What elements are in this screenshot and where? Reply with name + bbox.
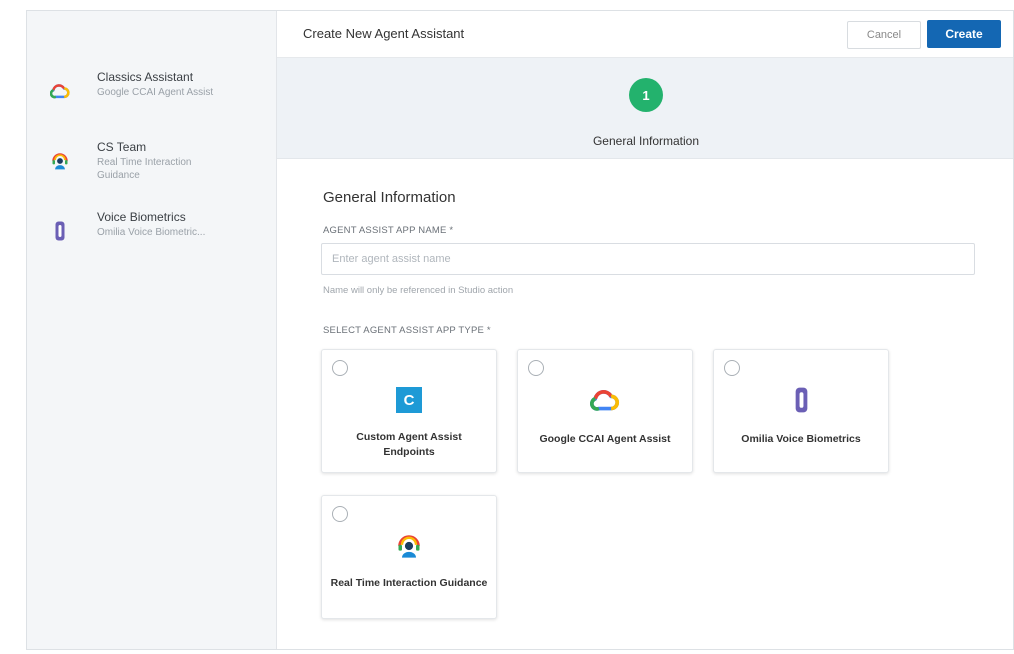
app-type-label: Custom Agent Assist Endpoints	[356, 431, 462, 458]
sidebar-item-subtitle: Omilia Voice Biometric...	[97, 227, 206, 238]
app-frame: Classics Assistant Google CCAI Agent Ass…	[26, 10, 1014, 650]
sidebar: Classics Assistant Google CCAI Agent Ass…	[27, 11, 277, 649]
sidebar-item-classics-assistant[interactable]: Classics Assistant Google CCAI Agent Ass…	[27, 66, 276, 136]
app-type-card-real-time[interactable]: Real Time Interaction Guidance	[321, 495, 497, 619]
type-field-label: SELECT AGENT ASSIST APP TYPE *	[323, 325, 491, 336]
app-type-radio[interactable]	[332, 360, 348, 376]
sidebar-item-title: CS Team	[97, 140, 147, 154]
google-cloud-icon	[518, 386, 692, 414]
app-type-card-google[interactable]: Google CCAI Agent Assist	[517, 349, 693, 473]
name-help-text: Name will only be referenced in Studio a…	[323, 285, 514, 296]
name-field-label: AGENT ASSIST APP NAME *	[323, 225, 454, 236]
step-label: General Information	[592, 134, 700, 148]
google-cloud-icon	[49, 80, 71, 102]
sidebar-item-title: Voice Biometrics	[97, 210, 186, 224]
headset-agent-icon	[49, 150, 71, 172]
create-button[interactable]: Create	[927, 20, 1001, 48]
page-title: Create New Agent Assistant	[303, 26, 465, 41]
agent-assist-name-input[interactable]	[321, 243, 975, 275]
step-number-badge: 1	[629, 78, 663, 112]
app-type-radio[interactable]	[724, 360, 740, 376]
sidebar-item-title: Classics Assistant	[97, 70, 194, 84]
app-type-radio[interactable]	[332, 506, 348, 522]
cancel-button[interactable]: Cancel	[847, 21, 921, 49]
sidebar-item-voice-biometrics[interactable]: Voice Biometrics Omilia Voice Biometric.…	[27, 206, 276, 276]
svg-text:C: C	[404, 392, 415, 409]
header-bar: Create New Agent Assistant Cancel Create	[277, 11, 1013, 58]
custom-c-icon: C	[322, 386, 496, 414]
app-type-card-custom[interactable]: C Custom Agent Assist Endpoints	[321, 349, 497, 473]
app-type-card-omilia[interactable]: Omilia Voice Biometrics	[713, 349, 889, 473]
omilia-icon	[49, 220, 71, 242]
sidebar-item-cs-team[interactable]: CS Team Real Time Interaction Guidance	[27, 136, 276, 206]
headset-agent-icon	[322, 532, 496, 560]
stepper: 1 General Information	[277, 58, 1013, 159]
form-content: General Information AGENT ASSIST APP NAM…	[277, 159, 1013, 649]
app-type-label: Google CCAI Agent Assist	[539, 433, 671, 445]
omilia-icon	[714, 386, 888, 414]
app-type-label: Real Time Interaction Guidance	[330, 577, 488, 589]
app-type-radio[interactable]	[528, 360, 544, 376]
sidebar-item-subtitle: Google CCAI Agent Assist	[97, 87, 214, 98]
section-title: General Information	[323, 189, 456, 206]
app-type-label: Omilia Voice Biometrics	[741, 433, 861, 445]
sidebar-item-subtitle: Real Time Interaction Guidance	[97, 157, 192, 181]
